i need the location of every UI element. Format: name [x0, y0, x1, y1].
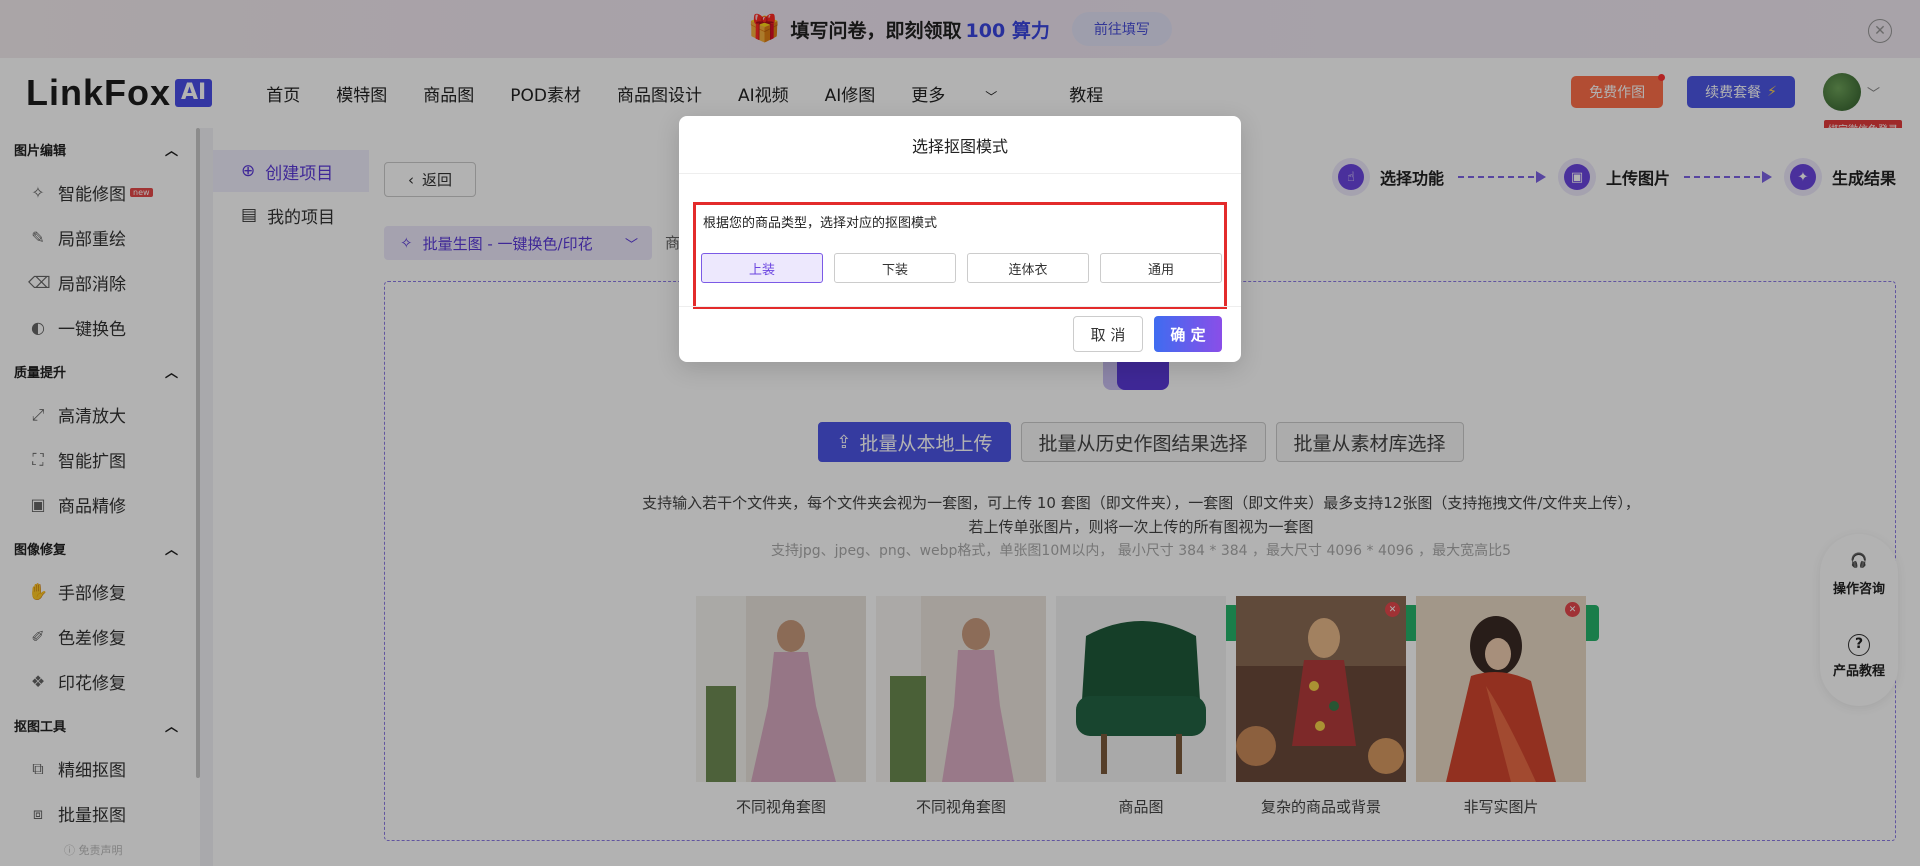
dialog-title: 选择抠图模式 [679, 116, 1241, 174]
option-bottom[interactable]: 下装 [834, 253, 956, 283]
cutout-mode-dialog: 选择抠图模式 根据您的商品类型，选择对应的抠图模式 上装 下装 连体衣 通用 取… [679, 116, 1241, 362]
cancel-button[interactable]: 取 消 [1073, 316, 1143, 352]
confirm-button[interactable]: 确 定 [1154, 316, 1222, 352]
dialog-prompt: 根据您的商品类型，选择对应的抠图模式 [703, 216, 938, 231]
cutout-mode-options: 上装 下装 连体衣 通用 [701, 253, 1233, 283]
option-jumpsuit[interactable]: 连体衣 [967, 253, 1089, 283]
option-top[interactable]: 上装 [701, 253, 823, 283]
dialog-footer: 取 消 确 定 [679, 306, 1241, 362]
option-general[interactable]: 通用 [1100, 253, 1222, 283]
cutout-mode-options-panel: 根据您的商品类型，选择对应的抠图模式 上装 下装 连体衣 通用 [693, 202, 1227, 309]
